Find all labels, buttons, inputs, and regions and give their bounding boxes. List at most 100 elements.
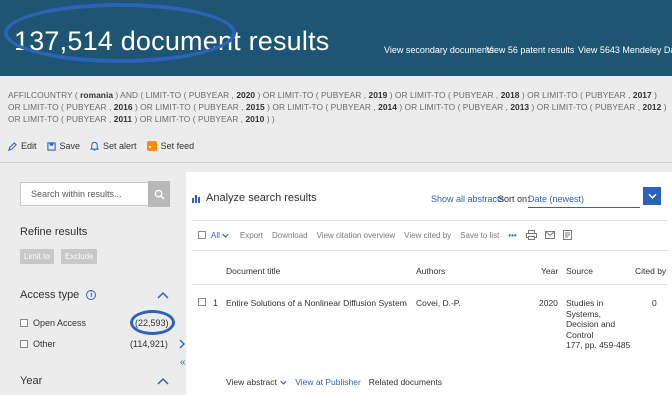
query-text: AFFILCOUNTRY (: [8, 90, 81, 100]
collapse-sidebar-icon[interactable]: «: [180, 357, 186, 368]
query-text: ) AND ( LIMIT-TO ( PUBYEAR ,: [113, 90, 237, 100]
view-citation-overview-button[interactable]: View citation overview: [317, 231, 396, 240]
result-checkbox[interactable]: [198, 298, 206, 306]
exclude-button[interactable]: Exclude: [61, 249, 98, 264]
view-patent-results-link[interactable]: View 56 patent results: [486, 45, 574, 55]
result-author-link[interactable]: Covei, D.-P.: [416, 298, 461, 308]
rss-icon: [146, 141, 157, 151]
access-type-label: Access type: [20, 289, 80, 301]
select-all-checkbox[interactable]: [198, 231, 206, 239]
query-text: ) OR LIMIT-TO ( PUBYEAR ,: [132, 102, 246, 112]
analyze-label: Analyze search results: [206, 192, 317, 204]
query-term: 2013: [510, 102, 530, 112]
query-text: ) OR LIMIT-TO ( PUBYEAR ,: [132, 114, 246, 124]
sort-select[interactable]: Date (newest): [528, 187, 666, 208]
search-within-button[interactable]: [148, 181, 170, 207]
show-all-abstracts-link[interactable]: Show all abstracts: [431, 194, 504, 204]
set-feed-button[interactable]: Set feed: [146, 141, 195, 151]
search-within-input[interactable]: [21, 183, 141, 205]
result-links: View abstract View at Publisher Related …: [226, 377, 450, 387]
facet-item-count: (22,593): [135, 318, 169, 328]
result-number: 1: [213, 298, 219, 308]
access-type-heading: Access type i: [20, 289, 97, 301]
section-divider: [0, 162, 672, 163]
download-button[interactable]: Download: [272, 231, 308, 240]
select-all-dropdown[interactable]: All: [211, 231, 229, 240]
results-header: 137,514 document results View secondary …: [0, 0, 672, 76]
print-icon[interactable]: [525, 230, 537, 240]
results-count-title: 137,514 document results: [14, 26, 330, 56]
query-term: 2016: [113, 102, 133, 112]
query-text: ) OR LIMIT-TO ( PUBYEAR ,: [387, 90, 501, 100]
result-title-link[interactable]: Entire Solutions of a Nonlinear Diffusio…: [226, 298, 407, 308]
bibliography-icon[interactable]: [562, 230, 572, 240]
query-term: 2017: [632, 90, 652, 100]
query-text: ) OR LIMIT-TO ( PUBYEAR ,: [529, 102, 643, 112]
related-documents-link[interactable]: Related documents: [369, 377, 442, 387]
query-term: 2011: [113, 114, 133, 124]
save-button[interactable]: Save: [46, 141, 81, 151]
open-access-checkbox[interactable]: [20, 319, 28, 327]
view-abstract-button[interactable]: View abstract: [226, 377, 287, 387]
chevron-up-icon[interactable]: [157, 291, 169, 299]
result-cited-by[interactable]: 0: [652, 298, 657, 308]
facet-item-count: (114,921): [130, 339, 168, 349]
column-header-source[interactable]: Source: [566, 266, 593, 276]
chevron-up-icon[interactable]: [157, 377, 169, 385]
limit-to-button[interactable]: Limit to: [20, 249, 54, 264]
query-term: 2010: [245, 114, 265, 124]
save-to-list-button[interactable]: Save to list: [460, 231, 499, 240]
source-line: 177, pp. 459-485: [566, 340, 631, 350]
view-mendeley-data-link[interactable]: View 5643 Mendeley Data: [578, 45, 672, 55]
query-term: 2020: [236, 90, 256, 100]
sort-value[interactable]: Date (newest): [528, 194, 584, 204]
query-text: ) OR LIMIT-TO ( PUBYEAR ,: [396, 102, 511, 112]
chevron-down-icon: [647, 193, 657, 199]
source-line: Systems,: [566, 308, 601, 319]
column-header-year[interactable]: Year: [541, 266, 558, 276]
facet-item-label: Other: [33, 339, 56, 349]
year-label: Year: [20, 375, 43, 387]
set-alert-button[interactable]: Set alert: [90, 141, 137, 151]
more-options-button[interactable]: •••: [508, 231, 516, 240]
query-term: 2012: [642, 102, 662, 112]
chevron-down-icon: [222, 233, 229, 238]
view-at-publisher-link[interactable]: View at Publisher: [295, 377, 361, 387]
sort-underline: [528, 207, 640, 208]
query-term: romania: [80, 90, 114, 100]
column-header-authors[interactable]: Authors: [416, 266, 445, 276]
pencil-icon: [8, 141, 17, 151]
facet-item-label: Open Access: [33, 318, 87, 328]
column-header-title[interactable]: Document title: [226, 266, 280, 276]
save-icon: [46, 141, 56, 151]
query-text: ) OR LIMIT-TO ( PUBYEAR ,: [519, 90, 633, 100]
query-actions: Edit Save Set alert Set feed: [8, 139, 204, 153]
info-icon[interactable]: i: [86, 290, 97, 300]
save-label: Save: [59, 141, 81, 151]
view-secondary-documents-link[interactable]: View secondary documents: [384, 45, 494, 55]
search-icon: [154, 189, 165, 200]
query-text: ) ): [264, 114, 275, 124]
refine-results-heading: Refine results: [20, 226, 88, 238]
other-checkbox[interactable]: [20, 340, 28, 348]
chevron-right-icon[interactable]: [179, 339, 185, 349]
email-icon[interactable]: [544, 231, 555, 239]
result-source[interactable]: Studies in Systems, Decision and Control…: [566, 298, 630, 351]
source-line: Decision and: [566, 319, 616, 329]
analyze-search-results-link[interactable]: Analyze search results: [192, 192, 317, 204]
chevron-down-icon: [280, 380, 287, 385]
set-feed-label: Set feed: [160, 141, 195, 151]
header-row-divider: [192, 284, 668, 285]
sort-dropdown-button[interactable]: [643, 187, 661, 205]
edit-button[interactable]: Edit: [8, 141, 37, 151]
results-panel: Analyze search results Show all abstract…: [186, 172, 672, 395]
query-text: ) OR LIMIT-TO ( PUBYEAR ,: [264, 102, 379, 112]
source-line: Studies in: [566, 298, 604, 308]
toolbar-divider: [192, 220, 668, 221]
view-cited-by-button[interactable]: View cited by: [404, 231, 451, 240]
column-header-cited-by[interactable]: Cited by: [635, 266, 666, 276]
edit-label: Edit: [21, 141, 37, 151]
source-line: Control: [566, 329, 594, 340]
search-within-box: [20, 182, 160, 206]
export-button[interactable]: Export: [240, 231, 263, 240]
